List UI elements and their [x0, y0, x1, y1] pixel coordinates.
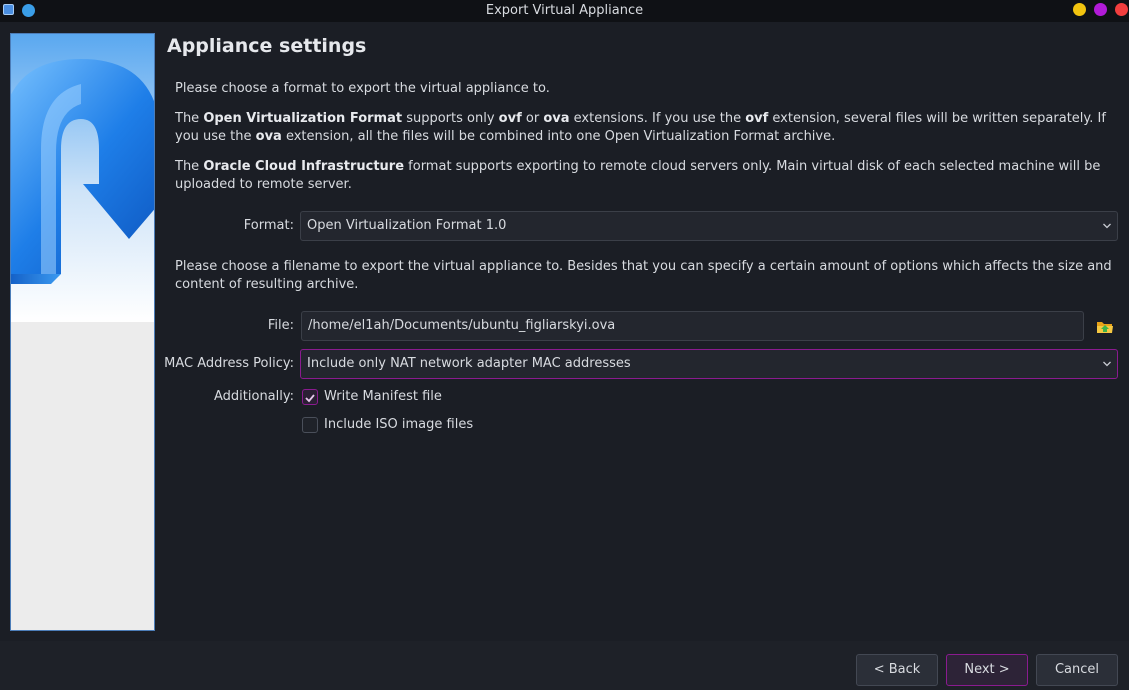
back-button[interactable]: < Back — [856, 654, 938, 686]
write-manifest-checkbox[interactable] — [302, 389, 318, 405]
format-label: Format: — [243, 218, 294, 233]
page-title: Appliance settings — [167, 35, 367, 57]
additionally-label: Additionally: — [214, 389, 294, 404]
title-bar: Export Virtual Appliance — [0, 0, 1129, 22]
format-value: Open Virtualization Format 1.0 — [307, 218, 507, 233]
folder-open-icon[interactable] — [1096, 318, 1114, 336]
format-select[interactable]: Open Virtualization Format 1.0 — [300, 211, 1118, 241]
mac-policy-value: Include only NAT network adapter MAC add… — [307, 356, 631, 371]
intro-text: Please choose a format to export the vir… — [175, 81, 550, 96]
chevron-down-icon — [1103, 223, 1111, 229]
checkmark-icon — [305, 394, 315, 403]
next-button[interactable]: Next > — [946, 654, 1028, 686]
maximize-button[interactable] — [1094, 3, 1107, 16]
mac-policy-label: MAC Address Policy: — [164, 356, 294, 371]
close-button[interactable] — [1115, 3, 1128, 16]
cancel-button[interactable]: Cancel — [1036, 654, 1118, 686]
oci-description: The Oracle Cloud Infrastructure format s… — [175, 159, 1101, 192]
mac-policy-select[interactable]: Include only NAT network adapter MAC add… — [300, 349, 1118, 379]
filename-description: Please choose a filename to export the v… — [175, 259, 1112, 292]
file-path-input[interactable]: /home/el1ah/Documents/ubuntu_figliarskyi… — [301, 311, 1084, 341]
chevron-down-icon — [1103, 361, 1111, 367]
include-iso-checkbox[interactable] — [302, 417, 318, 433]
window-title: Export Virtual Appliance — [485, 3, 644, 18]
write-manifest-label[interactable]: Write Manifest file — [324, 389, 442, 404]
include-iso-label[interactable]: Include ISO image files — [324, 417, 473, 432]
file-label: File: — [267, 318, 294, 333]
minimize-button[interactable] — [1073, 3, 1086, 16]
ovf-description: The Open Virtualization Format supports … — [175, 111, 1106, 144]
